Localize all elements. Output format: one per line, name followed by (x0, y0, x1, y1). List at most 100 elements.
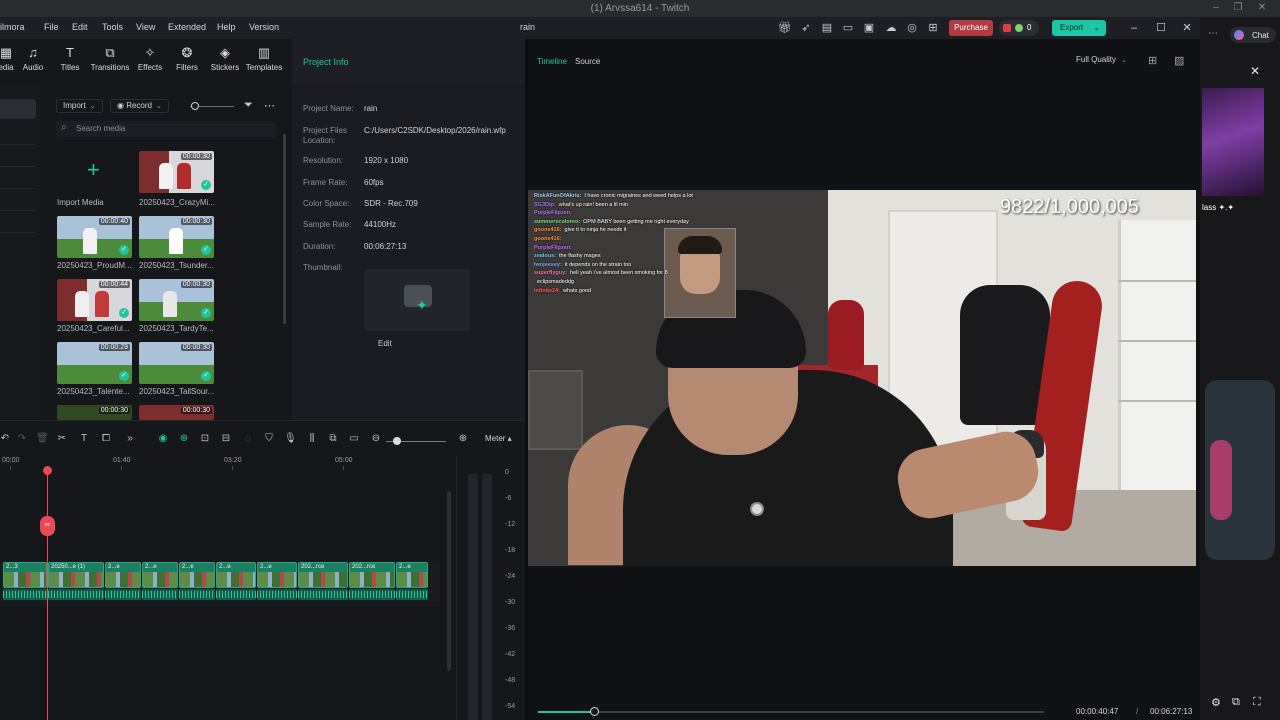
chat-username[interactable]: lwojeesey: (534, 262, 562, 268)
cloud-icon[interactable]: ☁ (884, 21, 898, 35)
timeline-audio-waveform[interactable] (257, 589, 297, 600)
grid-view-icon[interactable]: ⊞ (1148, 54, 1157, 67)
playhead-marker[interactable] (43, 466, 52, 475)
apps-grid-icon[interactable]: ⊞ (926, 21, 940, 35)
timeline-video-clip[interactable]: 2...e (257, 562, 297, 588)
quality-dropdown[interactable]: Full Quality ⌄ (1076, 55, 1127, 64)
gift-icon[interactable]: 🎁︎ (778, 21, 792, 35)
menu-help[interactable]: Help (217, 22, 236, 32)
chat-username[interactable]: RiskAFunOfAkris: (534, 193, 581, 199)
media-clip[interactable]: 00:00:44 ✓ (57, 279, 132, 321)
import-dropdown[interactable]: Import ⌄ (56, 99, 103, 113)
zoom-out-icon[interactable]: ⊖ (370, 433, 382, 444)
tool-templates[interactable]: ▥ Templates (244, 45, 284, 72)
menu-tools[interactable]: Tools (102, 22, 123, 32)
stream-thumbnail[interactable] (1202, 88, 1264, 196)
timeline-video-clip[interactable]: 2...e (179, 562, 215, 588)
timeline-audio-waveform[interactable] (142, 589, 178, 600)
browser-maximize-icon[interactable]: ❐ (1228, 2, 1248, 13)
timeline-audio-waveform[interactable] (3, 589, 47, 600)
timeline-audio-waveform[interactable] (105, 589, 141, 600)
tool-stickers[interactable]: ◈ Stickers (205, 45, 245, 72)
video-preview[interactable]: 9822/1,000,005 RiskAFunOfAkris: I have cr… (528, 190, 1196, 566)
timeline-audio-waveform[interactable] (396, 589, 428, 600)
chevron-down-icon[interactable]: ⌄ (1093, 20, 1100, 36)
zoom-in-icon[interactable]: ⊕ (457, 433, 469, 444)
timeline-video-clip[interactable]: 2...e (216, 562, 256, 588)
timeline-video-clip[interactable]: 2...e (396, 562, 428, 588)
shield-icon[interactable]: ⛉ (263, 433, 275, 444)
chat-username[interactable]: zealous: (534, 253, 556, 259)
crop-icon[interactable]: ⧠ (100, 433, 112, 444)
media-clip[interactable]: 00:00:30 ✓ (139, 279, 214, 321)
microphone-icon[interactable]: 🎙︎ (284, 433, 297, 444)
playhead-handle[interactable]: ✂ (40, 516, 55, 536)
more-tools-icon[interactable]: » (124, 433, 136, 444)
magnet-snap-icon[interactable]: ⊕ (178, 433, 190, 444)
menu-edit[interactable]: Edit (72, 22, 88, 32)
timeline-video-clip[interactable]: 202...rce (298, 562, 348, 588)
audio-mixer-icon[interactable]: ⫼ (306, 433, 318, 444)
more-options-icon[interactable]: ⋯ (264, 99, 275, 112)
storyboard-icon[interactable]: ▭ (348, 433, 360, 444)
media-clip[interactable]: 00:00:29 ✓ (57, 342, 132, 384)
split-scissors-icon[interactable]: ✂ (56, 433, 68, 444)
media-clip[interactable]: 00:00:30 ✓ (139, 342, 214, 384)
tool-titles[interactable]: T Titles (50, 45, 90, 72)
search-input[interactable] (76, 122, 266, 135)
more-options-icon[interactable]: ⋯ (1208, 28, 1218, 39)
tab-timeline[interactable]: Timeline (537, 57, 567, 66)
timeline-audio-waveform[interactable] (48, 589, 104, 600)
timeline-audio-waveform[interactable] (298, 589, 348, 600)
layout-icon[interactable]: ▤ (820, 21, 834, 35)
media-clip[interactable]: 00:00:30 (139, 405, 214, 420)
marker-icon[interactable]: ⊡ (199, 433, 211, 444)
monitor-icon[interactable]: ▭ (841, 21, 855, 35)
delete-icon[interactable]: 🗑︎ (36, 433, 49, 444)
media-scrollbar[interactable] (283, 134, 286, 324)
save-icon[interactable]: ▣ (862, 21, 876, 35)
tool-filters[interactable]: ❂ Filters (167, 45, 207, 72)
maximize-icon[interactable]: ☐ (1152, 20, 1170, 36)
chat-username[interactable]: goone416: (534, 236, 562, 242)
menu-file[interactable]: File (44, 22, 59, 32)
timeline-video-clip[interactable]: 202...rce (349, 562, 395, 588)
tool-transitions[interactable]: ⧉ Transitions (90, 45, 130, 72)
chat-username[interactable]: infinite24: (534, 288, 560, 294)
credits-indicator[interactable]: 0 (999, 20, 1039, 36)
picture-in-picture-icon[interactable]: ⧉ (327, 433, 339, 444)
thumbnail-preview[interactable]: ✦ (364, 269, 470, 331)
timeline-video-clip[interactable]: 2...3 (3, 562, 47, 588)
tab-source[interactable]: Source (575, 57, 600, 66)
filter-icon[interactable]: ⏷ (244, 99, 253, 112)
tool-audio[interactable]: ♫ Audio (13, 45, 53, 72)
timeline-audio-waveform[interactable] (349, 589, 395, 600)
import-media-tile[interactable]: + (57, 151, 132, 193)
render-icon[interactable]: ◌ (242, 433, 254, 444)
edit-thumbnail-button[interactable]: Edit (378, 339, 392, 348)
search-box[interactable]: ⌕ (56, 121, 276, 137)
timeline-zoom-knob[interactable] (393, 437, 401, 445)
minimize-icon[interactable]: – (1125, 20, 1143, 36)
thumbnail-size-knob[interactable] (191, 102, 199, 110)
headset-icon[interactable]: ◎ (905, 21, 919, 35)
timeline-audio-waveform[interactable] (216, 589, 256, 600)
ai-mode-icon[interactable]: ◉ (157, 433, 169, 444)
record-dropdown[interactable]: ◉ Record ⌄ (110, 99, 169, 113)
redo-icon[interactable]: ↷ (16, 433, 28, 444)
twitch-chat-button[interactable]: Chat (1230, 27, 1276, 43)
auto-ripple-icon[interactable]: ⊟ (220, 433, 232, 444)
settings-gear-icon[interactable]: ⚙ (1211, 696, 1221, 709)
browser-close-icon[interactable]: ✕ (1252, 2, 1272, 13)
playback-scrubber[interactable] (589, 707, 599, 716)
menu-version[interactable]: Version (249, 22, 279, 32)
purchase-button[interactable]: Purchase (949, 20, 993, 36)
playback-progress[interactable] (538, 707, 1044, 716)
category-selected[interactable] (0, 99, 36, 119)
menu-view[interactable]: View (136, 22, 155, 32)
browser-minimize-icon[interactable]: – (1206, 2, 1226, 13)
timeline-video-clip[interactable]: 2...e (105, 562, 141, 588)
meter-dropdown[interactable]: Meter ▴ (485, 434, 512, 443)
rocket-icon[interactable]: ➶ (799, 21, 813, 35)
timeline-video-clip[interactable]: 2...e (142, 562, 178, 588)
